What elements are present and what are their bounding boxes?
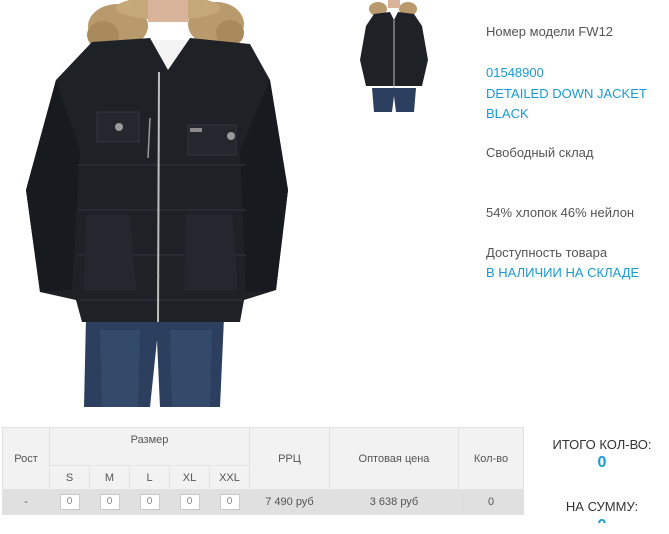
size-header: XXL — [209, 465, 250, 490]
jacket — [26, 38, 288, 323]
row-rrp: 7 490 руб — [249, 489, 330, 515]
composition: 54% хлопок 46% нейлон — [486, 205, 635, 220]
row-height: - — [2, 489, 50, 515]
table-row: - 0 0 0 0 0 7 490 руб 3 638 руб 0 — [2, 489, 524, 515]
total-qty-value: 0 — [597, 454, 607, 471]
availability-label: Доступность товара — [486, 245, 608, 260]
availability-value: В НАЛИЧИИ НА СКЛАДЕ — [486, 265, 640, 280]
size-header: M — [89, 465, 130, 490]
header-qty: Кол-во — [458, 427, 524, 490]
size-header: S — [49, 465, 90, 490]
jeans — [84, 318, 224, 407]
row-qty: 0 — [458, 489, 524, 515]
model-number: Номер модели FW12 — [486, 24, 614, 39]
qty-input-m[interactable]: 0 — [99, 494, 120, 510]
product-thumbnail[interactable] — [350, 0, 438, 114]
total-sum-value: 0 — [546, 517, 658, 523]
main-product-image — [0, 0, 330, 407]
total-sum-label: НА СУММУ: — [565, 499, 639, 514]
order-table: Рост Размер РРЦ Оптовая цена Кол-во S M … — [2, 427, 524, 515]
product-name[interactable]: DETAILED DOWN JACKET BLACK — [486, 84, 666, 124]
size-header: L — [129, 465, 170, 490]
header-size: Размер — [49, 427, 250, 466]
qty-input-xxl[interactable]: 0 — [219, 494, 240, 510]
article-number[interactable]: 01548900 — [486, 65, 544, 80]
header-height: Рост — [2, 427, 50, 490]
qty-input-s[interactable]: 0 — [59, 494, 80, 510]
qty-input-xl[interactable]: 0 — [179, 494, 200, 510]
size-header: XL — [169, 465, 210, 490]
row-wholesale: 3 638 руб — [329, 489, 459, 515]
header-wholesale: Оптовая цена — [329, 427, 459, 490]
totals-panel: ИТОГО КОЛ-ВО: 0 НА СУММУ: 0 — [546, 437, 658, 523]
total-qty-label: ИТОГО КОЛ-ВО: — [552, 437, 652, 452]
stock-type: Свободный склад — [486, 145, 594, 160]
qty-input-l[interactable]: 0 — [139, 494, 160, 510]
header-rrp: РРЦ — [249, 427, 330, 490]
